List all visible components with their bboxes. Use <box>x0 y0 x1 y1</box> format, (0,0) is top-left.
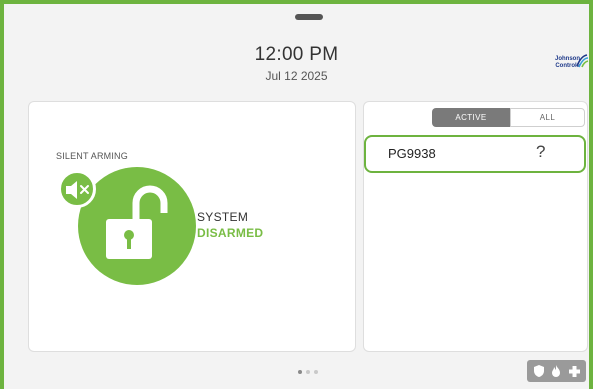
brand-line1: Johnson <box>555 56 580 62</box>
clock-date: Jul 12 2025 <box>265 69 328 83</box>
fire-icon <box>552 365 560 377</box>
pull-down-handle[interactable] <box>295 14 323 20</box>
brand-line2: Controls <box>555 63 580 69</box>
speaker-muted-icon <box>66 181 89 199</box>
page-indicator[interactable] <box>298 370 318 374</box>
tab-all[interactable]: ALL <box>510 108 585 127</box>
sensor-status-unknown-icon: ? <box>536 142 546 161</box>
unlocked-padlock-icon <box>106 185 168 259</box>
page-dot-2[interactable] <box>306 370 310 374</box>
clock-time: 12:00 PM <box>254 44 339 65</box>
sensor-name: PG9938 <box>388 146 436 161</box>
emergency-button[interactable] <box>527 360 586 382</box>
silent-arming-label: SILENT ARMING <box>56 151 128 161</box>
page-dot-1[interactable] <box>298 370 302 374</box>
system-status-label: SYSTEM <box>197 210 249 224</box>
sensor-row[interactable]: PG9938 ? <box>364 135 586 173</box>
brand-logo-text: Johnson Controls <box>540 56 580 70</box>
medical-cross-icon <box>568 365 580 377</box>
police-shield-icon <box>533 365 544 377</box>
page-dot-3[interactable] <box>314 370 318 374</box>
system-status-value: DISARMED <box>197 226 264 240</box>
brand-logo-icon <box>576 54 589 68</box>
tab-active[interactable]: ACTIVE <box>432 108 510 127</box>
